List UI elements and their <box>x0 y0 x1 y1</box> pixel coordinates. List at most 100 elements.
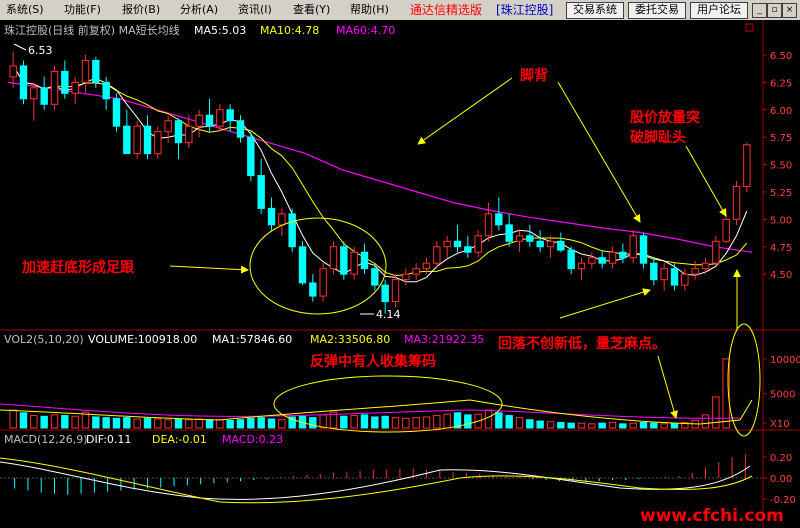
macd-tick-label: -0.20 <box>770 495 796 506</box>
candle-body <box>526 235 534 242</box>
candle-body <box>660 268 668 281</box>
current-stock-name[interactable]: [珠江控股] <box>496 2 553 18</box>
candle-body <box>350 251 358 275</box>
volume-bar <box>536 420 544 429</box>
volume-bar <box>608 421 617 429</box>
ma60-label: MA60:4.70 <box>336 24 395 37</box>
annotation-breakout-line2: 破脚趾头 <box>630 129 686 146</box>
volume-bar <box>9 409 17 429</box>
candle-body <box>247 136 255 177</box>
high-marker-label: 6.53 <box>28 44 53 57</box>
volume-bar <box>381 415 389 429</box>
candle-body <box>309 282 317 297</box>
volume-bar <box>577 422 586 429</box>
candle-body <box>443 240 451 248</box>
menu-help[interactable]: 帮助(H) <box>350 2 389 18</box>
volume-bar <box>391 417 400 429</box>
volume-bar <box>650 422 658 429</box>
annotation-breakout-line1: 股价放量突 <box>630 109 700 126</box>
volume-bar <box>515 417 524 429</box>
volume-bar <box>236 419 245 429</box>
volume-bar <box>30 415 38 429</box>
volume-bar <box>195 418 203 429</box>
candle-body <box>9 65 17 78</box>
menu-view[interactable]: 查看(Y) <box>293 2 330 18</box>
candle-body <box>484 213 493 237</box>
candle-body <box>691 268 699 275</box>
candle-body <box>30 87 38 100</box>
candle-body <box>371 268 379 286</box>
candle-body <box>61 70 69 94</box>
price-tick-label: 4.75 <box>770 243 792 254</box>
candle-body <box>422 262 431 270</box>
candle-body <box>92 59 100 83</box>
volume-bar <box>660 423 668 429</box>
order-trading-button[interactable]: 委托交易 <box>628 2 686 19</box>
candle-body <box>433 246 441 264</box>
candle-body <box>133 125 141 155</box>
annotation-jiaobei: 脚背 <box>520 67 548 84</box>
minimize-icon[interactable]: _ <box>752 3 767 18</box>
candle-body <box>474 235 482 253</box>
volume-bar <box>619 423 627 429</box>
volume-bar <box>257 417 265 429</box>
volume-bar <box>639 421 648 429</box>
volume-bar <box>205 419 214 429</box>
annotation-pullback: 回落不创新低，量芝麻点。 <box>498 335 666 352</box>
candle-body <box>567 249 575 270</box>
volume-bar <box>185 419 193 429</box>
volume-bar <box>712 396 720 429</box>
volume-tick-label: 5000 <box>770 389 795 400</box>
menu-function[interactable]: 功能(F) <box>64 2 101 18</box>
volume-bar <box>412 417 420 429</box>
volume-bar <box>567 422 575 429</box>
candle-body <box>267 207 276 226</box>
menu-info[interactable]: 资讯(I) <box>238 2 272 18</box>
volume-bar <box>495 412 503 429</box>
trading-system-button[interactable]: 交易系统 <box>566 2 624 19</box>
candle-body <box>185 125 193 144</box>
candle-body <box>216 109 224 127</box>
ma5-label: MA5:5.03 <box>194 24 246 37</box>
candle-body <box>257 175 265 209</box>
kline-chart[interactable]: 珠江控股(日线 前复权) MA短长均线 MA5:5.03 MA10:4.78 M… <box>0 20 800 528</box>
volume-bar <box>267 418 276 429</box>
candle-body <box>288 213 296 248</box>
volume-bar <box>464 414 472 429</box>
volume-bar <box>123 417 131 429</box>
price-tick-label: 6.50 <box>770 51 792 62</box>
menu-analysis[interactable]: 分析(A) <box>180 2 218 18</box>
candle-body <box>226 109 234 122</box>
candle-body <box>712 240 720 264</box>
candle-body <box>546 240 555 248</box>
candle-body <box>701 262 710 270</box>
candle-body <box>319 268 327 297</box>
menu-system[interactable]: 系统(S) <box>6 2 44 18</box>
volume-bar <box>278 419 286 429</box>
price-tick-label: 4.50 <box>770 270 792 281</box>
menu-quote[interactable]: 报价(B) <box>122 2 160 18</box>
candle-body <box>681 273 689 286</box>
vol-ma3-label: MA3:21922.35 <box>404 333 484 346</box>
candle-body <box>278 213 286 226</box>
volume-bar <box>143 417 152 429</box>
candle-body <box>381 284 389 303</box>
user-forum-button[interactable]: 用户论坛 <box>690 2 748 19</box>
candle-body <box>670 268 679 286</box>
volume-bar <box>557 421 565 429</box>
candle-body <box>619 251 627 259</box>
candle-body <box>340 246 348 275</box>
candle-body <box>195 114 203 127</box>
volume-tick-label: X10 <box>770 419 790 430</box>
candle-body <box>650 262 658 281</box>
price-tick-label: 6.25 <box>770 78 792 89</box>
restore-icon[interactable]: ▫ <box>767 3 782 18</box>
volume-bar <box>443 413 451 429</box>
volume-bar <box>422 416 431 429</box>
volume-bar <box>360 414 369 429</box>
candle-body <box>360 251 369 270</box>
candle-body <box>298 246 307 284</box>
close-icon[interactable]: × <box>782 3 797 18</box>
price-tick-label: 5.25 <box>770 188 792 199</box>
candle-body <box>453 240 462 248</box>
